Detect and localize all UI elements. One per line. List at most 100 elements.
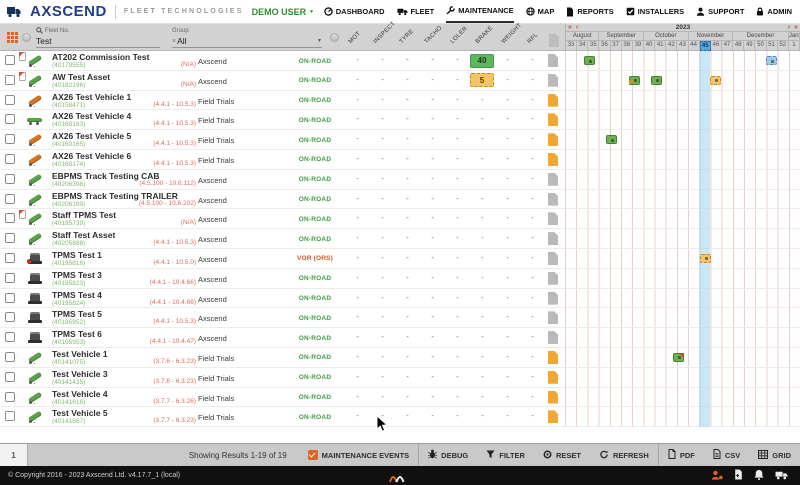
event-badge[interactable] xyxy=(710,76,721,85)
gantt-row[interactable] xyxy=(565,348,800,367)
gantt-row[interactable] xyxy=(565,71,800,90)
timeline-week-34[interactable]: 34 xyxy=(577,41,588,51)
document-icon[interactable] xyxy=(548,54,558,67)
row-checkbox[interactable] xyxy=(5,253,15,263)
timeline-week-51[interactable]: 51 xyxy=(767,41,778,51)
document-icon[interactable] xyxy=(548,410,558,423)
document-status-icon[interactable] xyxy=(734,467,743,485)
gantt-row[interactable] xyxy=(565,289,800,308)
row-checkbox[interactable] xyxy=(5,95,15,105)
gantt-row[interactable] xyxy=(565,190,800,209)
column-header-inspect[interactable]: INSPECT xyxy=(373,21,397,45)
document-icon[interactable] xyxy=(548,252,558,265)
gantt-row[interactable] xyxy=(565,209,800,228)
truck-status-icon[interactable] xyxy=(775,467,788,485)
nav-maintenance[interactable]: MAINTENANCE xyxy=(446,0,513,23)
document-icon[interactable] xyxy=(548,212,558,225)
event-badge[interactable] xyxy=(629,76,640,85)
user-menu[interactable]: DEMO USER ▼ xyxy=(252,7,314,17)
row-checkbox[interactable] xyxy=(5,392,15,402)
timeline-week-48[interactable]: 48 xyxy=(733,41,744,51)
row-checkbox[interactable] xyxy=(5,293,15,303)
gantt-row[interactable] xyxy=(565,170,800,189)
column-header-mot[interactable]: MOT xyxy=(348,31,362,45)
event-badge[interactable] xyxy=(673,353,684,362)
document-icon[interactable] xyxy=(548,133,558,146)
event-badge[interactable] xyxy=(606,135,617,144)
event-badge[interactable] xyxy=(651,76,662,85)
nav-admin[interactable]: ADMIN xyxy=(756,0,792,23)
row-checkbox[interactable] xyxy=(5,194,15,204)
group-select[interactable]: × All ▼ xyxy=(172,35,322,48)
row-checkbox[interactable] xyxy=(5,55,15,65)
document-icon[interactable] xyxy=(548,232,558,245)
timeline-week-49[interactable]: 49 xyxy=(744,41,755,51)
column-header-tyre[interactable]: TYRE xyxy=(399,29,415,45)
timeline-week-36[interactable]: 36 xyxy=(599,41,610,51)
timeline-week-52[interactable]: 52 xyxy=(778,41,789,51)
document-icon[interactable] xyxy=(548,74,558,87)
filter-button[interactable]: FILTER xyxy=(477,444,534,466)
row-checkbox[interactable] xyxy=(5,273,15,283)
document-icon[interactable] xyxy=(548,371,558,384)
gantt-row[interactable] xyxy=(565,407,800,426)
row-checkbox[interactable] xyxy=(5,114,15,124)
timeline-last-icon[interactable]: » xyxy=(792,24,800,31)
document-icon[interactable] xyxy=(548,272,558,285)
grid-button[interactable]: GRID xyxy=(749,444,800,466)
row-checkbox[interactable] xyxy=(5,134,15,144)
nav-support[interactable]: SUPPORT xyxy=(696,0,744,23)
row-checkbox[interactable] xyxy=(5,411,15,421)
timeline-week-43[interactable]: 43 xyxy=(677,41,688,51)
gantt-row[interactable] xyxy=(565,91,800,110)
gantt-row[interactable] xyxy=(565,229,800,248)
maintenance-events-button[interactable]: MAINTENANCE EVENTS xyxy=(299,444,419,466)
refresh-button[interactable]: REFRESH xyxy=(590,444,658,466)
timeline-week-38[interactable]: 38 xyxy=(622,41,633,51)
timeline-week-1[interactable]: 1 xyxy=(789,41,800,51)
fleet-no-input[interactable]: Test xyxy=(36,35,160,48)
document-icon[interactable] xyxy=(548,331,558,344)
timeline-week-33[interactable]: 33 xyxy=(566,41,577,51)
column-header-tacho[interactable]: TACHO xyxy=(424,25,444,45)
page-number[interactable]: 1 xyxy=(0,444,28,466)
assets-grid-icon[interactable] xyxy=(7,32,10,35)
gantt-row[interactable] xyxy=(565,249,800,268)
row-checkbox[interactable] xyxy=(5,213,15,223)
document-icon[interactable] xyxy=(548,153,558,166)
document-icon[interactable] xyxy=(548,391,558,404)
row-checkbox[interactable] xyxy=(5,154,15,164)
nav-dashboard[interactable]: DASHBOARD xyxy=(324,0,385,23)
gantt-row[interactable] xyxy=(565,328,800,347)
gantt-row[interactable] xyxy=(565,269,800,288)
document-icon[interactable] xyxy=(548,351,558,364)
row-checkbox[interactable] xyxy=(5,312,15,322)
event-badge[interactable] xyxy=(700,254,711,263)
timeline-first-icon[interactable]: « xyxy=(566,24,574,31)
event-badge[interactable] xyxy=(766,56,777,65)
gantt-row[interactable] xyxy=(565,150,800,169)
row-checkbox[interactable] xyxy=(5,332,15,342)
bell-icon[interactable] xyxy=(754,467,764,485)
gantt-row[interactable] xyxy=(565,130,800,149)
gantt-row[interactable] xyxy=(565,308,800,327)
group-field[interactable]: Group × All ▼ xyxy=(172,27,322,48)
timeline-week-42[interactable]: 42 xyxy=(666,41,677,51)
timeline-week-37[interactable]: 37 xyxy=(611,41,622,51)
column-header-brake[interactable]: BRAKE xyxy=(475,25,495,45)
column-header-loler[interactable]: LOLER xyxy=(450,26,469,45)
brake-test-badge[interactable]: 5 xyxy=(470,73,494,87)
nav-map[interactable]: MAP xyxy=(526,0,555,23)
vehicle-name-link[interactable]: TPMS Test 1 xyxy=(52,251,102,260)
vehicle-name-link[interactable]: TPMS Test 5 xyxy=(52,310,102,319)
nav-installers[interactable]: INSTALLERS xyxy=(626,0,685,23)
timeline-week-41[interactable]: 41 xyxy=(655,41,666,51)
row-checkbox[interactable] xyxy=(5,352,15,362)
timeline-week-50[interactable]: 50 xyxy=(755,41,766,51)
document-icon[interactable] xyxy=(548,311,558,324)
timeline-week-40[interactable]: 40 xyxy=(644,41,655,51)
timeline-week-35[interactable]: 35 xyxy=(588,41,599,51)
row-checkbox[interactable] xyxy=(5,372,15,382)
csv-button[interactable]: CSV xyxy=(704,444,749,466)
clear-filter-circle-icon[interactable] xyxy=(330,33,339,42)
